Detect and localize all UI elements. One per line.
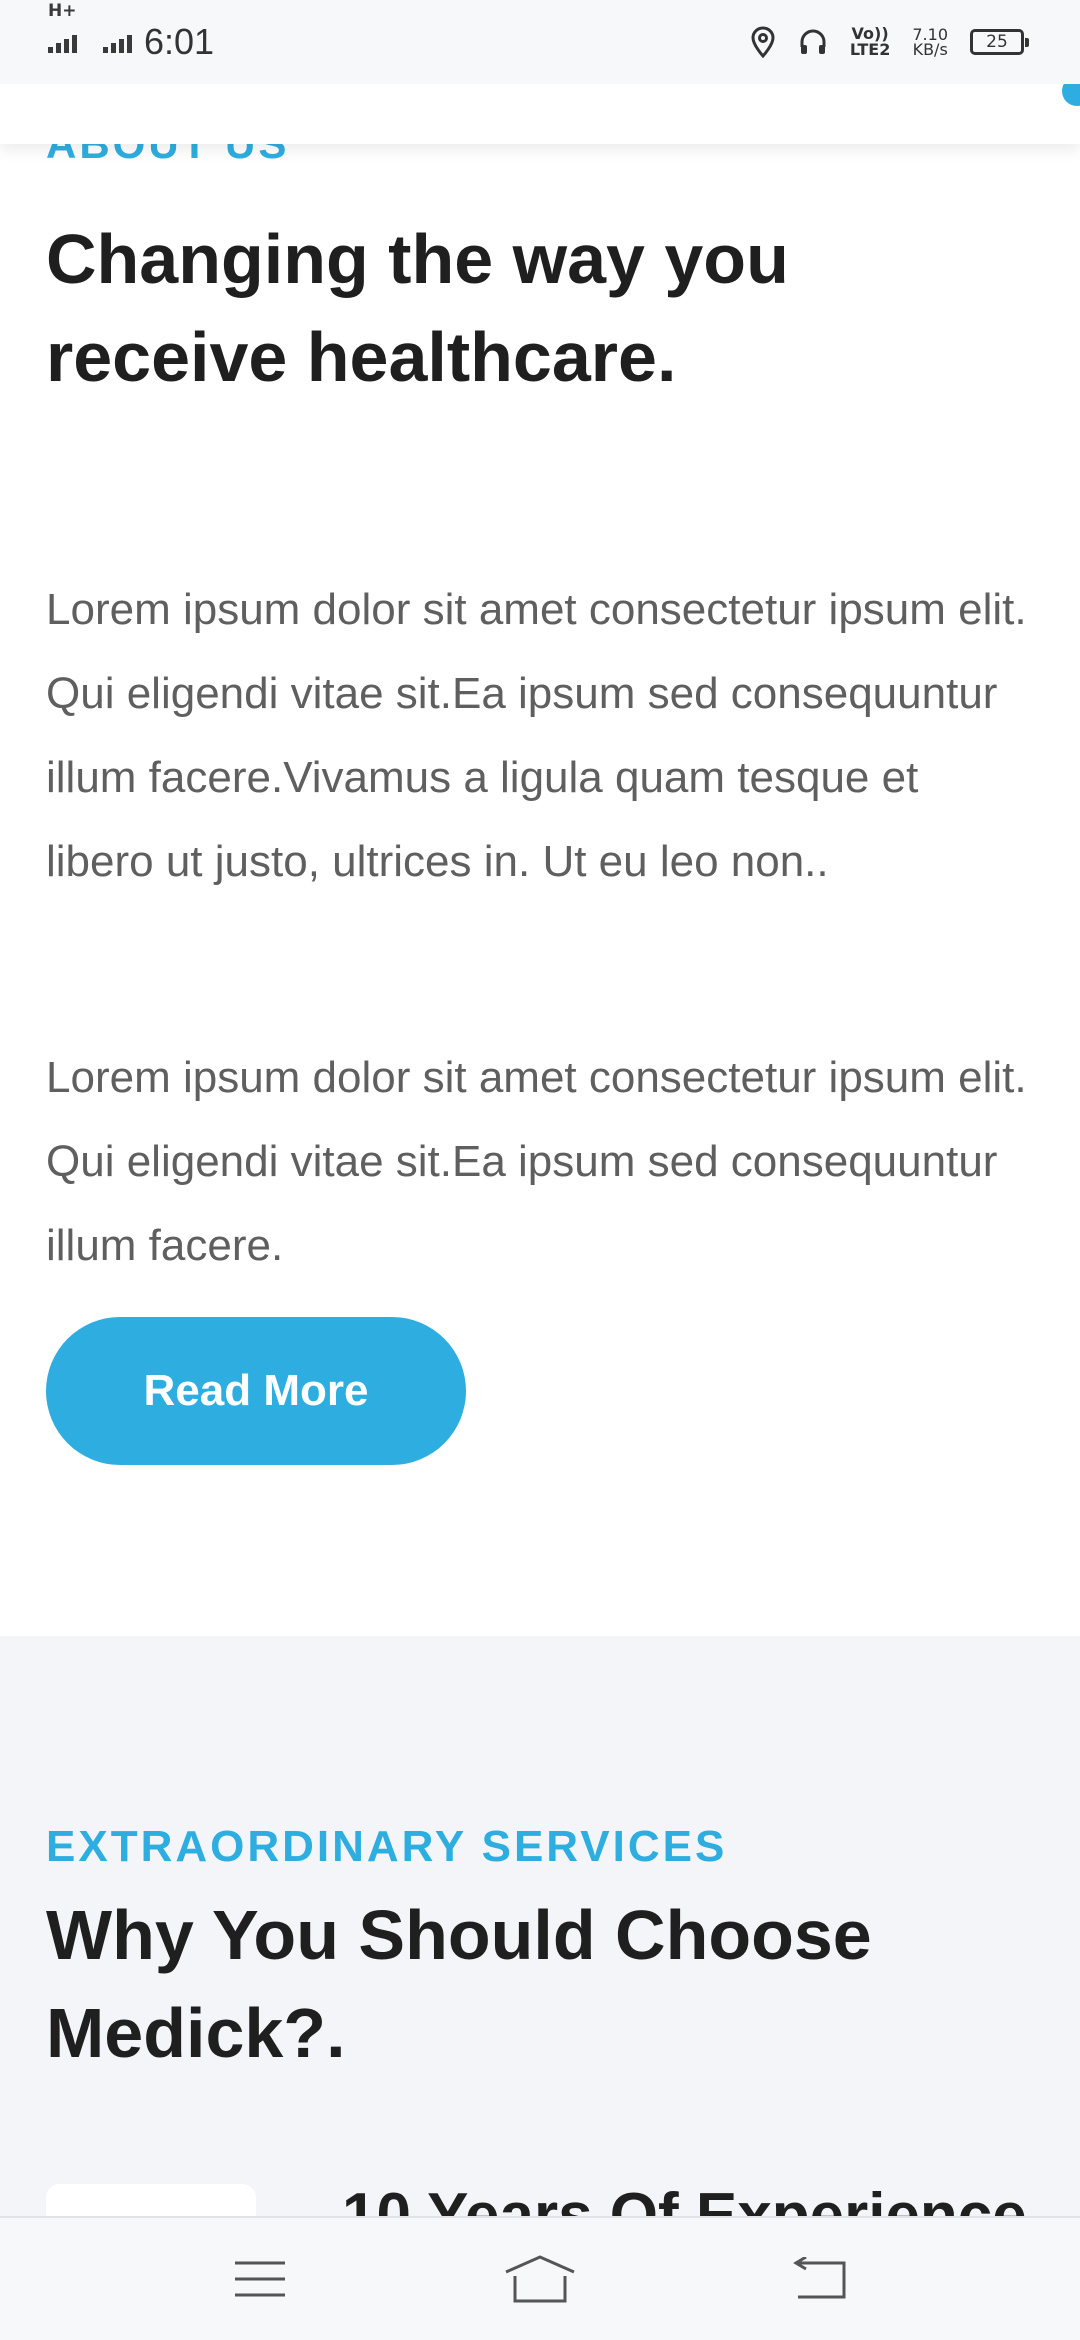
signal-icon: [48, 31, 77, 53]
location-icon: [751, 26, 775, 58]
status-left: H+ 6:01: [48, 1, 215, 63]
back-icon: [793, 2257, 846, 2299]
about-title: Changing the way you receive healthcare.: [46, 220, 789, 396]
about-paragraph-1: Lorem ipsum dolor sit amet consectetur i…: [46, 585, 1027, 886]
menu-button[interactable]: [205, 2239, 315, 2319]
mobile-data-indicator: H+: [48, 1, 77, 53]
battery-level: 25: [986, 32, 1008, 52]
clock: 6:01: [144, 21, 215, 62]
back-button[interactable]: [765, 2239, 875, 2319]
menu-icon: [235, 2261, 285, 2297]
services-eyebrow: EXTRAORDINARY SERVICES: [46, 1822, 728, 1871]
services-section: EXTRAORDINARY SERVICES Why You Should Ch…: [0, 1636, 1080, 2256]
status-right: Vo)) LTE2 7.10 KB/s 25: [750, 26, 1029, 59]
home-button[interactable]: [485, 2239, 595, 2319]
volte-indicator: Vo)) LTE2: [850, 26, 891, 58]
read-more-button[interactable]: Read More: [46, 1317, 466, 1465]
system-nav-bar: [0, 2216, 1080, 2340]
status-bar: H+ 6:01 Vo)) LTE2 7.10 KB/s 25: [0, 0, 1080, 84]
battery-icon: 25: [970, 29, 1029, 55]
network-type-label: H+: [48, 1, 77, 21]
services-title: Why You Should Choose Medick?.: [46, 1896, 872, 2072]
about-section: ABOUT US Changing the way you receive he…: [0, 84, 1080, 1636]
volte-bottom-label: LTE2: [849, 40, 891, 59]
headphones-icon: [800, 29, 826, 54]
home-icon: [505, 2255, 575, 2303]
about-paragraph-2: Lorem ipsum dolor sit amet consectetur i…: [46, 1053, 1027, 1270]
signal-icon-2: [103, 31, 132, 53]
speed-unit: KB/s: [912, 40, 948, 59]
site-header: [0, 76, 1080, 144]
network-speed: 7.10 KB/s: [912, 27, 948, 59]
